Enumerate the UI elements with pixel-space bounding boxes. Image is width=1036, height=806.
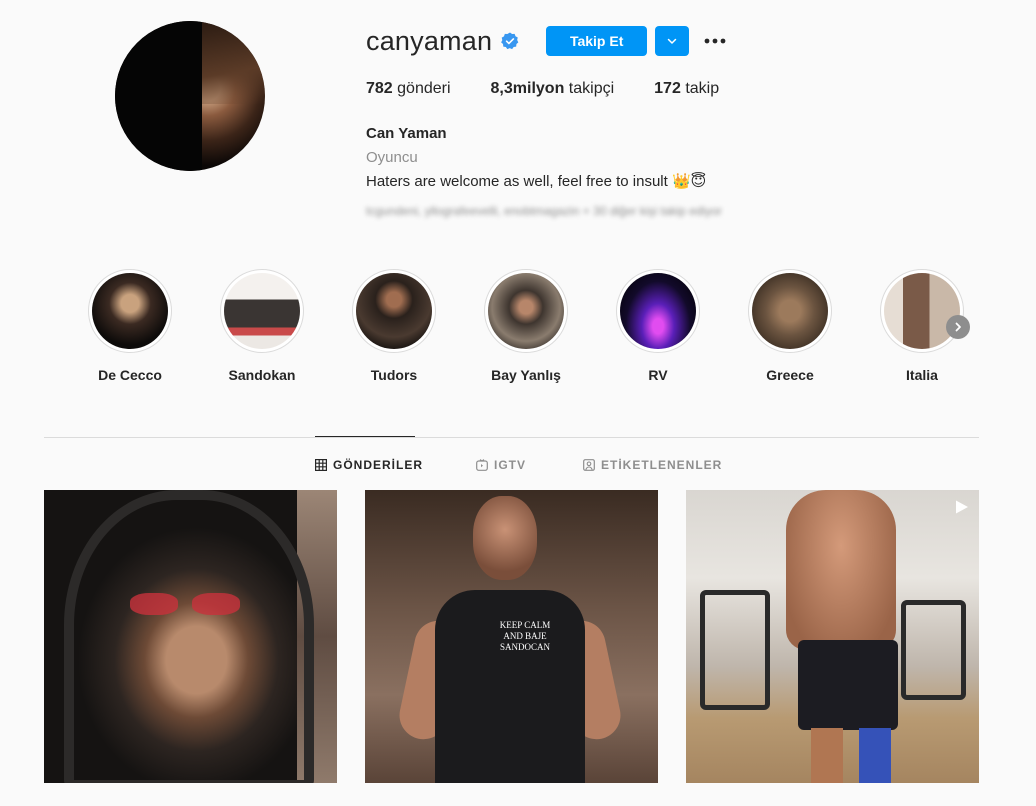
- highlight-thumbnail: [752, 273, 828, 349]
- post-glasses-decor: [130, 593, 240, 615]
- post-shorts-decor: [798, 640, 898, 730]
- post-thumbnail[interactable]: [686, 490, 979, 783]
- profile-tabs: GÖNDERİLER IGTV ETİKETLENENLER: [0, 458, 1036, 472]
- highlight-sandokan[interactable]: Sandokan: [220, 269, 304, 383]
- tabs-divider: [44, 437, 979, 438]
- highlight-label: RV: [648, 367, 668, 383]
- profile-bio: Can Yaman Oyuncu Haters are welcome as w…: [366, 122, 706, 194]
- highlight-thumbnail: [488, 273, 564, 349]
- stat-following-value: 172: [654, 80, 681, 97]
- highlight-ring: [484, 269, 568, 353]
- highlight-label: Greece: [766, 367, 814, 383]
- highlight-label: Sandokan: [228, 367, 296, 383]
- post-legs-decor: [811, 728, 891, 783]
- stat-posts-label: gönderi: [397, 80, 451, 97]
- highlight-ring: [352, 269, 436, 353]
- tab-posts[interactable]: GÖNDERİLER: [315, 458, 423, 472]
- ellipsis-icon: [704, 38, 726, 44]
- highlight-ring: [880, 269, 964, 353]
- username: canyaman: [366, 25, 493, 56]
- profile-header: canyaman Takip Et: [366, 26, 727, 56]
- more-options-button[interactable]: [703, 29, 727, 53]
- category-label: Oyuncu: [366, 149, 418, 166]
- video-icon: [956, 500, 968, 514]
- highlight-ring: [220, 269, 304, 353]
- tab-tagged[interactable]: ETİKETLENENLER: [583, 458, 722, 472]
- highlight-bay-yanlis[interactable]: Bay Yanlış: [484, 269, 568, 383]
- grid-icon: [315, 459, 327, 471]
- highlight-thumbnail: [884, 273, 960, 349]
- stat-posts: 782 gönderi: [366, 80, 451, 98]
- highlight-greece[interactable]: Greece: [748, 269, 832, 383]
- suggested-dropdown-button[interactable]: [655, 26, 690, 56]
- verified-badge-icon: [501, 32, 519, 50]
- stat-followers[interactable]: 8,3milyon takipçi: [491, 80, 615, 98]
- profile-stats: 782 gönderi 8,3milyon takipçi 172 takip: [366, 80, 759, 98]
- story-highlights: De Cecco Sandokan Tudors Bay Yanlış RV G…: [88, 269, 978, 389]
- post-head-decor: [473, 496, 537, 580]
- tab-tagged-label: ETİKETLENENLER: [601, 458, 723, 472]
- stat-followers-value: 8,3milyon: [490, 80, 565, 97]
- highlight-rv[interactable]: RV: [616, 269, 700, 383]
- tab-igtv[interactable]: IGTV: [476, 458, 526, 472]
- highlight-tudors[interactable]: Tudors: [352, 269, 436, 383]
- post-person-decor: [786, 490, 896, 650]
- profile-avatar[interactable]: [115, 21, 265, 171]
- post-shirt-text: KEEP CALM AND BAJE SANDOCAN: [499, 620, 551, 652]
- full-name: Can Yaman: [366, 125, 447, 142]
- followed-by-text[interactable]: tcgundeni, yllografeevelli, enobtmagazin…: [366, 204, 722, 218]
- highlight-de-cecco[interactable]: De Cecco: [88, 269, 172, 383]
- highlight-thumbnail: [356, 273, 432, 349]
- highlight-label: Bay Yanlış: [491, 367, 561, 383]
- highlight-ring: [616, 269, 700, 353]
- chevron-right-icon: [955, 322, 961, 332]
- active-tab-indicator: [315, 436, 415, 437]
- chevron-down-icon: [667, 38, 677, 44]
- post-thumbnail[interactable]: KEEP CALM AND BAJE SANDOCAN: [365, 490, 658, 783]
- highlight-ring: [88, 269, 172, 353]
- post-shirt-decor: [435, 590, 585, 783]
- post-hood-decor: [64, 490, 314, 783]
- stat-followers-label: takipçi: [568, 80, 615, 97]
- post-gym-equipment-decor: [901, 600, 966, 700]
- post-gym-equipment-decor: [700, 590, 770, 710]
- tab-igtv-label: IGTV: [494, 458, 527, 472]
- highlight-ring: [748, 269, 832, 353]
- stat-following-label: takip: [685, 80, 720, 97]
- post-thumbnail[interactable]: [44, 490, 337, 783]
- highlight-thumbnail: [224, 273, 300, 349]
- highlights-next-button[interactable]: [946, 315, 970, 339]
- tagged-icon: [583, 459, 595, 471]
- highlight-thumbnail: [92, 273, 168, 349]
- igtv-icon: [476, 459, 488, 471]
- highlight-label: De Cecco: [98, 367, 162, 383]
- tab-posts-label: GÖNDERİLER: [333, 458, 424, 472]
- follow-button[interactable]: Takip Et: [546, 26, 648, 56]
- highlight-label: Italia: [906, 367, 938, 383]
- stat-posts-value: 782: [366, 80, 393, 97]
- highlight-label: Tudors: [370, 367, 418, 383]
- stat-following[interactable]: 172 takip: [654, 80, 719, 98]
- bio-text: Haters are welcome as well, feel free to…: [366, 173, 707, 190]
- highlight-thumbnail: [620, 273, 696, 349]
